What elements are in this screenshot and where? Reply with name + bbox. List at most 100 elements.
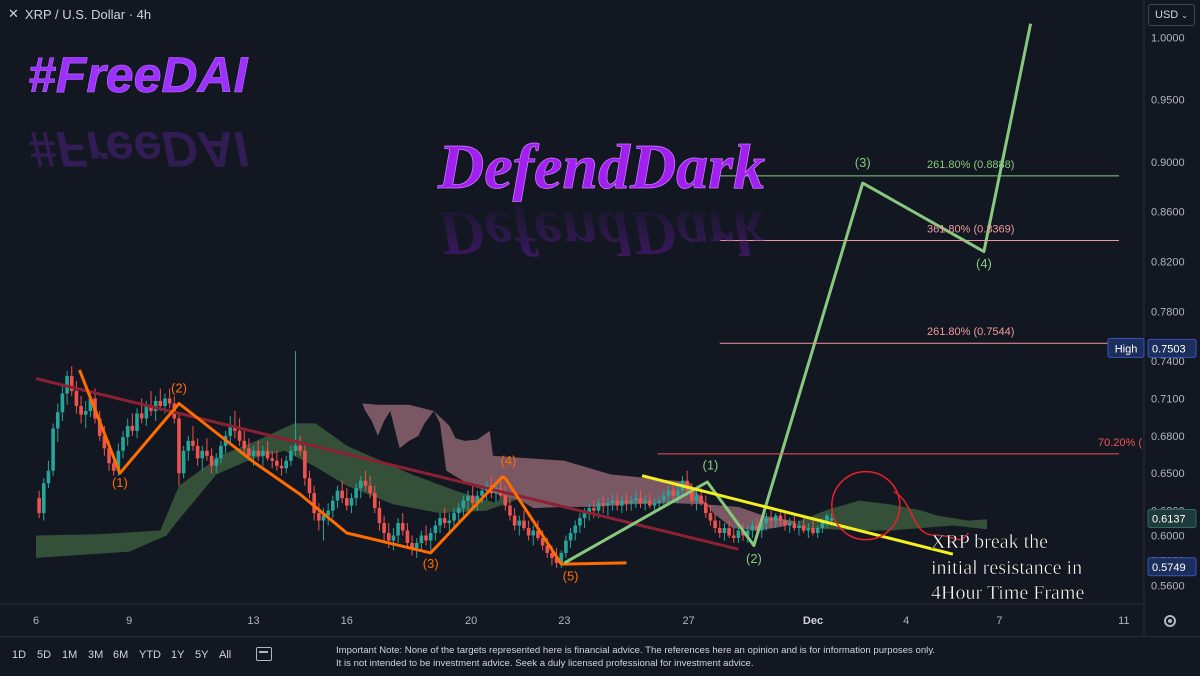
hashtag-text: #FreeDAI (28, 47, 249, 103)
gear-icon[interactable] (1164, 615, 1176, 627)
candle-body (391, 535, 396, 541)
candle-body (293, 445, 298, 451)
close-icon[interactable]: ✕ (8, 6, 19, 22)
orange-wave-label-4: (5) (563, 568, 579, 583)
candle-83 (424, 525, 428, 546)
candle-body (121, 437, 125, 451)
green-wave-label-0: (1) (702, 458, 718, 473)
candle-150 (736, 528, 741, 543)
candle-52 (279, 458, 284, 476)
candle-body (247, 448, 251, 456)
candle-body (648, 500, 652, 506)
candle-9 (79, 396, 83, 424)
candle-body (363, 480, 368, 486)
candle-84 (428, 528, 433, 551)
candle-body (825, 515, 829, 521)
candle-body (284, 460, 288, 469)
candle-body (335, 490, 340, 501)
candle-body (438, 518, 442, 526)
candle-body (797, 525, 801, 529)
disclaimer-text: Important Note: None of the targets repr… (336, 645, 936, 669)
candle-body (811, 528, 815, 534)
price-axis[interactable]: 1.0000 0.9500 0.9000 0.8600 0.8200 0.7800 0.74… (1151, 32, 1185, 592)
timeframe-5y[interactable]: 5Y (195, 649, 208, 661)
calendar-icon[interactable] (256, 647, 272, 661)
timeframe-1y[interactable]: 1Y (171, 649, 184, 661)
candle-body (200, 450, 205, 459)
candle-160 (783, 513, 787, 531)
candle-1 (41, 478, 46, 521)
candle-65 (340, 480, 344, 504)
candle-body (699, 495, 703, 504)
price-chart[interactable]: 261.80% (0.8888) 361.80% (0.8369) 261.80% … (0, 0, 1200, 675)
candle-body (83, 410, 88, 415)
candle-body (652, 503, 657, 506)
candle-body (279, 465, 284, 469)
candle-30 (177, 413, 181, 486)
candle-body (219, 445, 223, 459)
candle-body (261, 450, 265, 456)
timeframe-5d[interactable]: 5D (37, 649, 51, 661)
candle-body (666, 490, 671, 496)
candle-0 (37, 490, 41, 519)
candle-body (643, 500, 647, 504)
candle-5 (60, 386, 65, 421)
timeframe-6m[interactable]: 6M (113, 649, 128, 661)
timeframe-ytd[interactable]: YTD (139, 649, 161, 661)
candle-body (470, 495, 475, 504)
candle-body (424, 535, 428, 541)
candle-body (708, 513, 713, 521)
candle-body (428, 533, 433, 541)
candle-body (396, 523, 400, 536)
candle-115 (573, 520, 578, 541)
candle-body (610, 500, 615, 504)
candle-body (456, 508, 461, 514)
candle-body (372, 493, 377, 509)
callout-line-3: 4Hour Time Frame (931, 582, 1084, 604)
candle-body (624, 500, 629, 504)
candle-35 (200, 445, 205, 471)
candle-body (144, 405, 149, 419)
watermark-annotation: DefendDark DefendDark (437, 131, 766, 269)
timeframe-all[interactable]: All (219, 649, 231, 661)
fib-label-1: 361.80% (0.8369) (927, 223, 1014, 235)
candle-body (792, 523, 797, 529)
candle-body (815, 528, 820, 534)
candle-body (331, 500, 335, 511)
candle-86 (438, 513, 442, 534)
candle-body (592, 508, 596, 511)
candle-33 (191, 425, 195, 451)
timeframe-1d[interactable]: 1D (12, 649, 26, 661)
symbol-title[interactable]: XRP / U.S. Dollar · 4h (25, 7, 151, 22)
candle-10 (83, 401, 88, 429)
candle-body (787, 523, 792, 526)
y-tick-label: 0.6000 (1151, 531, 1185, 543)
candle-body (358, 480, 363, 489)
y-tick-label: 0.5600 (1151, 580, 1185, 592)
y-tick-label: 0.6500 (1151, 468, 1185, 480)
candle-body (377, 508, 382, 524)
chevron-down-icon: ⌄ (1181, 11, 1188, 20)
currency-button[interactable]: USD ⌄ (1148, 4, 1195, 26)
candle-body (778, 515, 783, 521)
candle-76 (391, 528, 396, 551)
timeframe-1m[interactable]: 1M (62, 649, 77, 661)
candle-67 (349, 493, 354, 514)
candle-body (275, 460, 279, 466)
candle-body (368, 485, 372, 494)
candle-34 (195, 438, 200, 466)
candle-80 (410, 535, 414, 556)
time-axis[interactable]: 6 9 13 16 20 23 27 Dec 4 7 11 (33, 615, 1130, 627)
candle-105 (526, 520, 531, 541)
candle-body (731, 535, 736, 538)
orange-wave-label-0: (1) (112, 475, 128, 490)
candle-body (615, 500, 619, 506)
timeframe-3m[interactable]: 3M (88, 649, 103, 661)
candle-body (167, 398, 172, 404)
candle-36 (205, 438, 209, 461)
candle-body (382, 523, 386, 534)
candle-106 (531, 525, 536, 546)
candle-body (722, 528, 727, 534)
candle-51 (275, 450, 279, 471)
candle-body (400, 523, 405, 531)
